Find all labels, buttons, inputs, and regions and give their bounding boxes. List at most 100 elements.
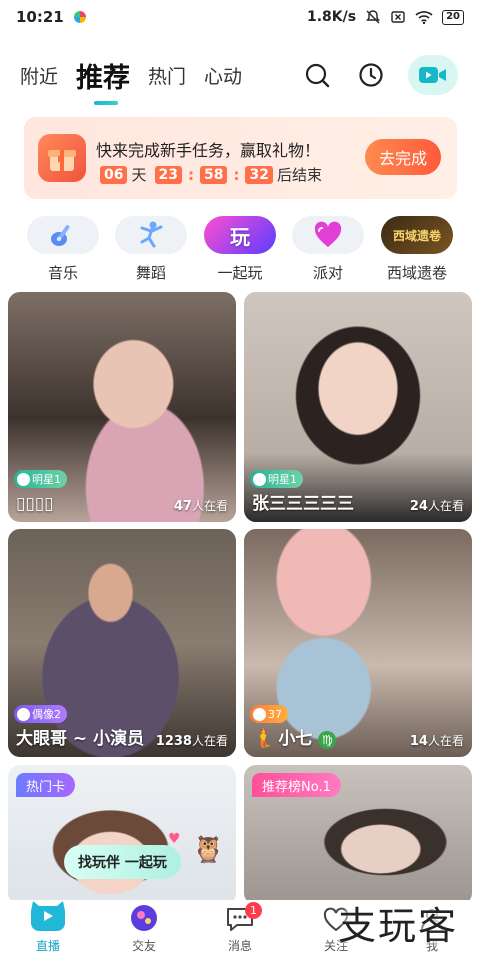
sim-off-icon (391, 11, 405, 23)
tab-nearby[interactable]: 附近 (20, 62, 58, 89)
viewer-count: 47人在看 (174, 497, 228, 514)
viewer-unit: 人在看 (191, 734, 228, 748)
category-party[interactable]: 派对 (283, 216, 373, 283)
start-live-button[interactable] (408, 55, 458, 95)
clock-icon (359, 63, 383, 87)
viewer-count: 14人在看 (410, 732, 464, 749)
newbie-task-banner[interactable]: 快来完成新手任务，赢取礼物！ 06 天 23 : 58 : 32 后结束 去完成 (24, 117, 457, 199)
badge-text: 偶像2 (32, 708, 61, 721)
star-icon (17, 472, 30, 486)
hot-card-tag: 热门卡 (16, 773, 76, 797)
level-badge: 偶像2 (14, 705, 67, 723)
live-tv-icon (31, 901, 65, 931)
level-badge: 明星1 (14, 470, 67, 488)
streamer-name: ▯▯▯▯ (16, 494, 54, 514)
game-logo-icon: 西域遗卷 (381, 216, 453, 254)
status-time: 10:21 (16, 8, 64, 26)
countdown-timer: 06 天 23 : 58 : 32 后结束 (96, 164, 322, 185)
card-footer: 张三三三三三 24人在看 (252, 489, 464, 514)
card-footer: ▯▯▯▯ 47人在看 (16, 494, 228, 514)
streamer-name: 张三三三三三 (252, 494, 354, 514)
viewer-number: 24 (409, 499, 428, 514)
streamer-name: 小七 (278, 729, 313, 749)
guitar-icon (27, 216, 99, 254)
status-indicators: 1.8K/s 20 (307, 9, 464, 25)
viewer-number: 47 (173, 499, 192, 514)
category-row: 音乐 舞蹈 玩 一起玩 派对 西域遗卷 西域遗卷 (0, 216, 480, 284)
card-footer: 🧜 小七 ♍ 14人在看 (252, 724, 464, 749)
live-room-card[interactable]: 37 🧜 小七 ♍ 14人在看 (244, 529, 472, 757)
live-room-card[interactable]: 明星1 ▯▯▯▯ 47人在看 (8, 292, 236, 522)
star-icon (253, 472, 266, 486)
nav-label: 消息 (227, 939, 252, 953)
viewer-unit: 人在看 (427, 499, 464, 513)
game-logo-text: 西域遗卷 (392, 228, 441, 243)
tab-heartbeat[interactable]: 心动 (204, 62, 242, 89)
viewer-count: 24人在看 (410, 497, 464, 514)
top-actions (300, 55, 480, 95)
category-label: 舞蹈 (135, 264, 166, 282)
category-music[interactable]: 音乐 (18, 216, 108, 283)
battery-indicator: 20 (442, 9, 464, 25)
play-together-icon-text: 玩 (230, 224, 250, 249)
live-room-card[interactable]: 明星1 张三三三三三 24人在看 (244, 292, 472, 522)
ranking-tag: 推荐榜No.1 (252, 773, 341, 797)
viewer-number: 1238 (155, 734, 192, 749)
history-button[interactable] (354, 58, 388, 92)
find-playmate-bubble[interactable]: 找玩伴 一起玩 (64, 845, 181, 879)
banner-text: 快来完成新手任务，赢取礼物！ (96, 141, 321, 160)
level-badge: 37 (250, 705, 288, 723)
owl-mascot-icon: 🦉 (192, 835, 225, 865)
viewer-unit: 人在看 (427, 734, 464, 748)
play-together-icon: 玩 (204, 216, 276, 254)
category-play-together[interactable]: 玩 一起玩 (195, 216, 285, 283)
watermark-logo: 支玩客 (337, 904, 458, 948)
card-footer: 大眼哥 ~ 小演员 1238人在看 (16, 724, 228, 749)
countdown-hours: 23 (154, 165, 182, 184)
heart-icon: ♥ (168, 831, 181, 847)
top-navigation: 附近 推荐 热门 心动 (0, 50, 480, 105)
wifi-icon (415, 11, 433, 25)
category-game-xiyu[interactable]: 西域遗卷 西域遗卷 (372, 216, 462, 283)
countdown-separator: : (187, 165, 194, 184)
category-dance[interactable]: 舞蹈 (106, 216, 196, 283)
countdown-days: 06 (100, 165, 128, 184)
search-icon (305, 63, 330, 88)
search-button[interactable] (300, 58, 334, 92)
viewer-count: 1238人在看 (156, 732, 228, 749)
video-camera-icon (419, 67, 446, 83)
viewer-number: 14 (409, 734, 428, 749)
badge-text: 37 (268, 707, 282, 721)
tab-popular[interactable]: 热门 (148, 62, 186, 89)
live-room-card[interactable]: 推荐榜No.1 (244, 765, 472, 905)
nav-live[interactable]: 直播 (0, 900, 96, 960)
nav-messages[interactable]: 1 消息 (192, 900, 288, 960)
zodiac-virgo-icon: ♍ (318, 731, 337, 749)
category-label: 西域遗卷 (386, 264, 447, 282)
badge-text: 明星1 (268, 473, 297, 486)
nav-label: 直播 (35, 939, 60, 953)
tab-recommended[interactable]: 推荐 (76, 56, 130, 105)
complete-task-button[interactable]: 去完成 (365, 139, 441, 175)
gift-box-icon (38, 134, 86, 182)
message-badge: 1 (245, 902, 262, 919)
live-room-card[interactable]: 偶像2 大眼哥 ~ 小演员 1238人在看 (8, 529, 236, 757)
countdown-suffix: 后结束 (276, 166, 322, 184)
countdown-day-unit: 天 (131, 166, 147, 184)
category-label: 派对 (312, 264, 343, 282)
flame-icon (253, 707, 266, 721)
live-room-card[interactable]: 热门卡 找玩伴 一起玩 🦉 ♥ (8, 765, 236, 905)
mermaid-icon: 🧜 (252, 728, 275, 749)
badge-text: 明星1 (32, 473, 61, 486)
category-label: 一起玩 (217, 264, 263, 282)
viewer-unit: 人在看 (191, 499, 228, 513)
countdown-seconds: 32 (245, 165, 273, 184)
countdown-minutes: 58 (199, 165, 228, 184)
app-notification-icon (73, 11, 86, 23)
diamond-icon (17, 707, 30, 721)
nav-friends[interactable]: 交友 (96, 900, 192, 960)
status-bar: 10:21 1.8K/s 20 (0, 0, 480, 34)
mute-bell-icon (366, 10, 380, 24)
countdown-separator: : (233, 165, 240, 184)
streamer-name: 大眼哥 ~ 小演员 (16, 729, 145, 749)
